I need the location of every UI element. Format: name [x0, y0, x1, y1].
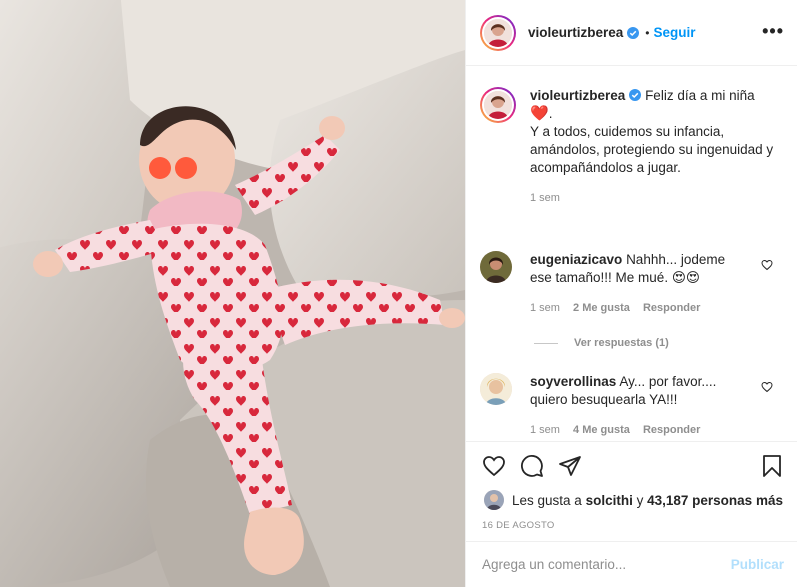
liker-username[interactable]: solcithi [586, 493, 633, 508]
likes-summary: Les gusta a solcithi y 43,187 personas m… [484, 490, 783, 510]
follow-button[interactable]: Seguir [654, 25, 696, 40]
add-comment-bar: Publicar [466, 541, 797, 587]
more-dots-icon[interactable]: ••• [762, 22, 784, 40]
heart-icon[interactable] [482, 454, 506, 478]
post-side-panel: violeurtizberea • Seguir ••• violeurtizb… [465, 0, 797, 587]
reply-button[interactable]: Responder [643, 424, 700, 436]
avatar-image [484, 91, 512, 119]
comment-time[interactable]: 1 sem [530, 424, 560, 436]
comment-likes[interactable]: 2 Me gusta [573, 302, 630, 314]
avatar[interactable] [484, 18, 512, 47]
comment-likes[interactable]: 4 Me gusta [573, 424, 630, 436]
comment-item: soyverollinas Ay... por favor.... quiero… [480, 373, 785, 439]
likes-prefix: Les gusta a [512, 492, 582, 508]
comments-scroll-area[interactable]: violeurtizberea Feliz día a mi niña ❤️. … [466, 67, 797, 441]
liker-avatar[interactable] [484, 490, 504, 510]
comment-icon[interactable] [520, 454, 544, 478]
avatar-image [484, 18, 512, 47]
action-icons [482, 454, 582, 478]
likes-count[interactable]: 43,187 personas más [647, 493, 783, 508]
share-icon[interactable] [558, 454, 582, 478]
post-caption: violeurtizberea Feliz día a mi niña ❤️. … [480, 87, 785, 207]
post-photo[interactable] [0, 0, 465, 587]
comment-time[interactable]: 1 sem [530, 302, 560, 314]
replies-line [534, 342, 558, 344]
caption-line2: Y a todos, cuidemos su infancia, amándol… [530, 124, 774, 175]
baby-photo-illustration [0, 0, 465, 587]
avatar-image [480, 373, 512, 405]
reply-button[interactable]: Responder [643, 302, 700, 314]
post-header: violeurtizberea • Seguir ••• [466, 0, 797, 66]
caption-avatar[interactable] [484, 91, 512, 119]
red-heart-emoji: ❤️ [530, 105, 549, 122]
avatar-image [480, 251, 512, 283]
commenter-avatar[interactable] [480, 373, 512, 405]
story-ring[interactable] [480, 14, 516, 51]
comment-meta: 1 sem 4 Me gusta Responder [530, 421, 750, 439]
caption-time[interactable]: 1 sem [530, 189, 780, 207]
comment-input[interactable] [482, 557, 731, 572]
bookmark-icon[interactable] [760, 454, 784, 478]
comment-username[interactable]: soyverollinas [530, 374, 616, 389]
comment-username[interactable]: eugeniazicavo [530, 252, 622, 267]
caption-line1: Feliz día a mi niña [645, 88, 755, 103]
publish-button[interactable]: Publicar [731, 557, 784, 572]
verified-badge-icon [627, 26, 640, 39]
comment-item: eugeniazicavo Nahhh... jodeme ese tamaño… [480, 251, 785, 317]
post-date[interactable]: 16 DE AGOSTO [482, 520, 555, 531]
avatar-image [484, 490, 504, 510]
post-actions: Les gusta a solcithi y 43,187 personas m… [466, 441, 797, 541]
comment-meta: 1 sem 2 Me gusta Responder [530, 299, 750, 317]
instagram-post: violeurtizberea • Seguir ••• violeurtizb… [0, 0, 797, 587]
comment-like-heart-icon[interactable] [761, 381, 773, 393]
header-username[interactable]: violeurtizberea [528, 25, 623, 40]
caption-username[interactable]: violeurtizberea [530, 88, 625, 103]
header-separator: • [645, 25, 650, 40]
view-replies-button[interactable]: Ver respuestas (1) [534, 337, 669, 349]
caption-story-ring[interactable] [480, 87, 516, 123]
verified-badge-icon [629, 89, 642, 101]
commenter-avatar[interactable] [480, 251, 512, 283]
likes-conj: y [636, 492, 644, 508]
view-replies-label: Ver respuestas (1) [574, 337, 669, 349]
comment-like-heart-icon[interactable] [761, 259, 773, 271]
